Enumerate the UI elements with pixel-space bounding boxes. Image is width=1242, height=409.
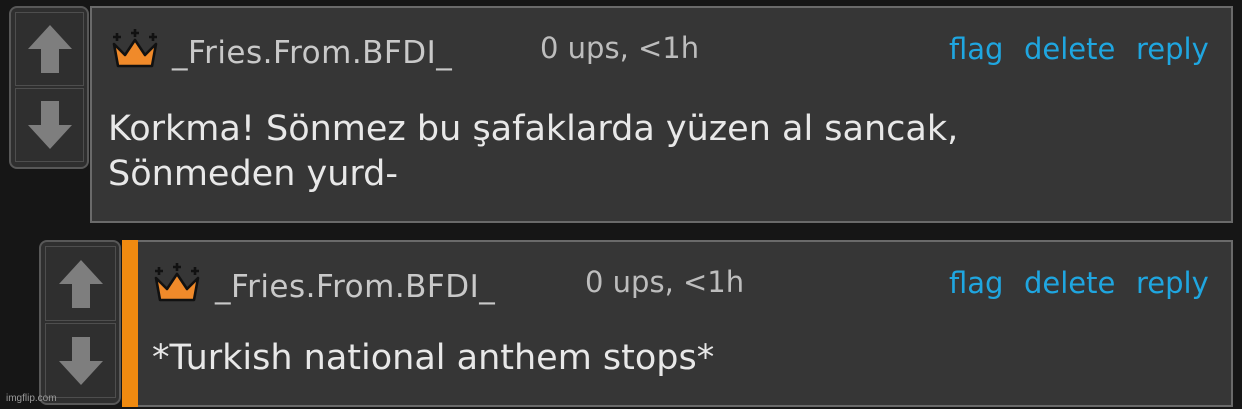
flag-link[interactable]: flag xyxy=(949,266,1003,300)
reply-link[interactable]: reply xyxy=(1136,32,1209,66)
upvote-button[interactable] xyxy=(15,12,84,86)
arrow-up-icon xyxy=(27,25,72,73)
username[interactable]: _Fries.From.BFDI_ xyxy=(172,35,452,71)
downvote-button[interactable] xyxy=(45,323,116,398)
downvote-button[interactable] xyxy=(15,88,84,162)
comment-meta: 0 ups, <1h xyxy=(540,31,700,65)
reply-accent-bar xyxy=(122,240,138,407)
vote-box xyxy=(9,6,89,169)
username[interactable]: _Fries.From.BFDI_ xyxy=(215,269,495,305)
upvote-button[interactable] xyxy=(45,246,116,321)
vote-box xyxy=(39,240,121,405)
comment-text-line: *Turkish national anthem stops* xyxy=(152,338,715,378)
arrow-down-icon xyxy=(58,336,103,385)
reply-link[interactable]: reply xyxy=(1136,266,1209,300)
crown-icon xyxy=(112,29,158,68)
watermark: imgflip.com xyxy=(6,393,57,404)
delete-link[interactable]: delete xyxy=(1024,266,1115,300)
comment-meta: 0 ups, <1h xyxy=(585,265,745,299)
crown-icon xyxy=(154,263,200,302)
flag-link[interactable]: flag xyxy=(949,32,1003,66)
arrow-up-icon xyxy=(58,259,103,308)
arrow-down-icon xyxy=(27,101,72,149)
comment-text-line: Sönmeden yurd- xyxy=(108,154,399,194)
comment-text-line: Korkma! Sönmez bu şafaklarda yüzen al sa… xyxy=(108,109,959,149)
delete-link[interactable]: delete xyxy=(1024,32,1115,66)
comment-text: *Turkish national anthem stops* xyxy=(152,336,714,381)
comment-text: Korkma! Sönmez bu şafaklarda yüzen al sa… xyxy=(108,107,958,197)
